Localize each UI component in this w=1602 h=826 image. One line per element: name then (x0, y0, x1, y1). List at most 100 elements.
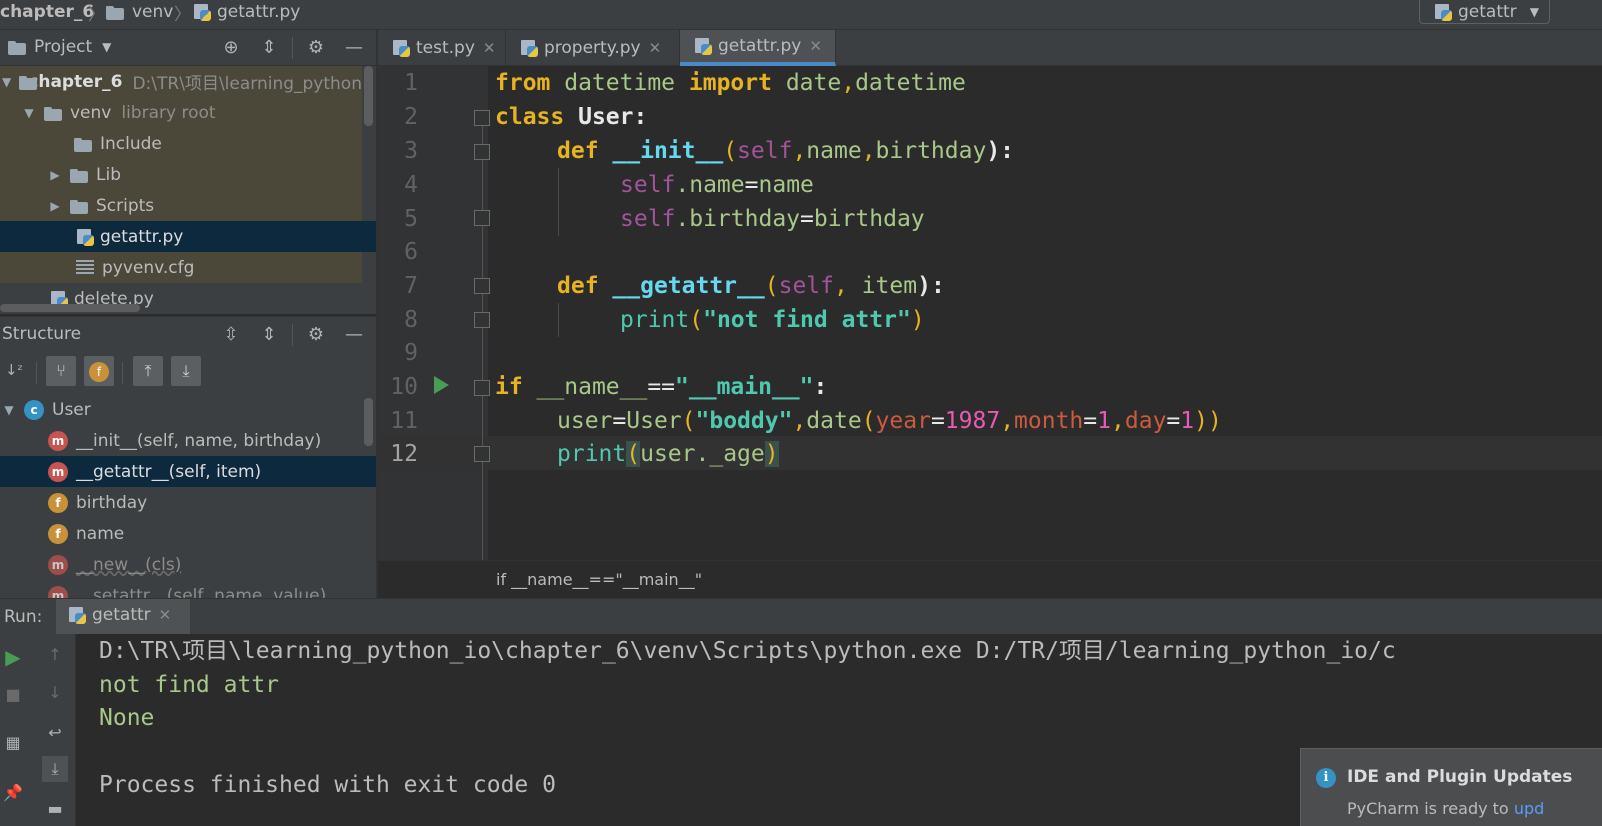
tree-item-path: D:\TR\项目\learning_python (132, 74, 362, 94)
run-tab-label: getattr (92, 605, 151, 625)
show-fields-icon[interactable]: f (84, 356, 114, 386)
fold-marker[interactable] (474, 110, 490, 126)
locate-icon[interactable]: ⊕ (219, 36, 243, 60)
line-number: 5 (404, 206, 418, 232)
editor-breadcrumb[interactable]: if __name__=="__main__" (496, 570, 702, 589)
tree-item-label: Scripts (96, 195, 155, 216)
rerun-icon[interactable]: ▶ (0, 644, 26, 670)
tree-item-label: getattr.py (100, 226, 184, 247)
python-icon (1434, 3, 1452, 21)
update-link[interactable]: upd (1514, 799, 1544, 818)
update-notification[interactable]: i IDE and Plugin Updates PyCharm is read… (1300, 748, 1602, 826)
fold-marker[interactable] (474, 278, 490, 294)
tab-test-py[interactable]: test.py ✕ (378, 30, 506, 66)
run-configuration-selector[interactable]: getattr ▼ (1419, 0, 1550, 24)
fold-marker[interactable] (474, 446, 490, 462)
structure-item-inherited-method[interactable]: m __setattr__(self, name, value) (0, 580, 362, 598)
fold-marker[interactable] (474, 144, 490, 160)
run-configuration-label: getattr (1458, 1, 1517, 22)
project-view-selector[interactable]: Project ▼ (8, 37, 111, 57)
editor-tabs: test.py ✕ property.py ✕ getattr.py ✕ (378, 30, 1602, 66)
tree-item-label: venv (70, 102, 112, 123)
project-panel-title: Project (34, 37, 93, 57)
fold-marker[interactable] (474, 210, 490, 226)
minimize-icon[interactable]: — (342, 323, 366, 347)
soft-wrap-icon[interactable]: ↩ (42, 720, 68, 746)
structure-item-method-selected[interactable]: m __getattr__(self, item) (0, 456, 376, 487)
folder-icon (74, 137, 94, 152)
navigation-bar: chapter_6 〉 venv 〉 getattr.py getattr ▼ (0, 0, 1602, 30)
up-arrow-icon[interactable]: ↑ (42, 642, 68, 668)
close-icon[interactable]: ✕ (809, 37, 822, 55)
run-icon[interactable] (434, 376, 449, 394)
fold-marker[interactable] (474, 312, 490, 328)
close-icon[interactable]: ✕ (649, 39, 662, 57)
tab-getattr-py[interactable]: getattr.py ✕ (680, 30, 836, 66)
restore-layout-icon[interactable]: ▦ (0, 730, 26, 756)
structure-item-field[interactable]: f name (0, 518, 362, 549)
vertical-scrollbar[interactable] (364, 66, 373, 126)
tab-property-py[interactable]: property.py ✕ (506, 30, 680, 66)
dropdown-arrow-icon: ▼ (1529, 5, 1539, 19)
close-icon[interactable]: ✕ (483, 39, 496, 57)
tab-label: getattr.py (718, 36, 802, 56)
sort-alphabetically-icon[interactable]: ↓ᶻ (2, 358, 26, 382)
structure-item-label: User (52, 399, 91, 420)
fold-marker[interactable] (474, 380, 490, 396)
breadcrumb-separator: 〉 (88, 5, 105, 25)
print-icon[interactable]: ▬ (42, 796, 68, 822)
code-line-3: def __init__(self,name,birthday): (557, 138, 1015, 164)
expand-all-icon[interactable]: ⇳ (219, 323, 243, 347)
run-tab-getattr[interactable]: getattr ✕ (56, 599, 190, 635)
structure-item-method[interactable]: m __init__(self, name, birthday) (0, 425, 362, 456)
tree-item-chapter-6[interactable]: ▼ chapter_6 D:\TR\项目\learning_python (0, 66, 362, 97)
breadcrumb-separator: 〉 (174, 5, 191, 25)
expand-arrow-icon: ▶ (50, 167, 60, 182)
console-line: not find attr (99, 672, 280, 698)
breadcrumb-project[interactable]: chapter_6 (0, 0, 94, 24)
folder-icon (44, 106, 64, 121)
gear-icon[interactable]: ⚙ (304, 323, 328, 347)
pin-icon[interactable]: 📌 (0, 780, 26, 806)
code-line-5: self.birthday=birthday (620, 206, 925, 232)
config-file-icon (76, 259, 94, 276)
autoscroll-from-source-icon[interactable]: ⤓ (171, 356, 201, 386)
fold-guide (482, 126, 483, 560)
project-tree: ▼ chapter_6 D:\TR\项目\learning_python ▼ v… (0, 66, 376, 314)
breadcrumb-venv[interactable]: venv (106, 0, 173, 24)
structure-item-field[interactable]: f birthday (0, 487, 362, 518)
python-file-icon (76, 228, 94, 246)
tree-item-lib[interactable]: ▶ Lib (0, 159, 362, 190)
close-icon[interactable]: ✕ (159, 606, 172, 624)
show-inherited-icon[interactable]: ⑂ (46, 356, 76, 386)
code-line-4: self.name=name (620, 172, 814, 198)
structure-tree: ▼ c User m __init__(self, name, birthday… (0, 394, 376, 598)
structure-item-inherited-method[interactable]: m __new__(cls) (0, 549, 362, 580)
tree-item-pyvenv-cfg[interactable]: pyvenv.cfg (0, 252, 362, 283)
minimize-icon[interactable]: — (342, 36, 366, 60)
code-line-10: if __name__=="__main__": (495, 374, 828, 400)
folder-icon (19, 75, 38, 90)
collapse-all-icon[interactable]: ⇕ (257, 323, 281, 347)
gear-icon[interactable]: ⚙ (304, 36, 328, 60)
divider (292, 324, 293, 346)
vertical-scrollbar[interactable] (364, 398, 373, 446)
structure-toolbar: ↓ᶻ ⑂ f ⤒ ⤓ (0, 352, 376, 394)
tree-item-label: Include (100, 133, 162, 154)
breadcrumb-file[interactable]: getattr.py (193, 0, 300, 24)
line-number: 2 (404, 104, 418, 130)
line-number: 3 (404, 138, 418, 164)
scroll-to-end-icon[interactable]: ⤓ (42, 756, 68, 782)
horizontal-scrollbar[interactable] (0, 304, 140, 312)
tree-item-scripts[interactable]: ▶ Scripts (0, 190, 362, 221)
autoscroll-to-source-icon[interactable]: ⤒ (133, 356, 163, 386)
collapse-all-icon[interactable]: ⇕ (257, 36, 281, 60)
tree-item-getattr-py[interactable]: getattr.py (0, 221, 376, 252)
down-arrow-icon[interactable]: ↓ (42, 680, 68, 706)
stop-icon[interactable]: ■ (0, 682, 26, 708)
tree-item-include[interactable]: Include (0, 128, 362, 159)
class-icon: c (24, 399, 44, 420)
tree-item-venv[interactable]: ▼ venv library root (0, 97, 362, 128)
structure-item-class-user[interactable]: ▼ c User (0, 394, 362, 425)
expand-arrow-icon: ▼ (4, 402, 14, 417)
